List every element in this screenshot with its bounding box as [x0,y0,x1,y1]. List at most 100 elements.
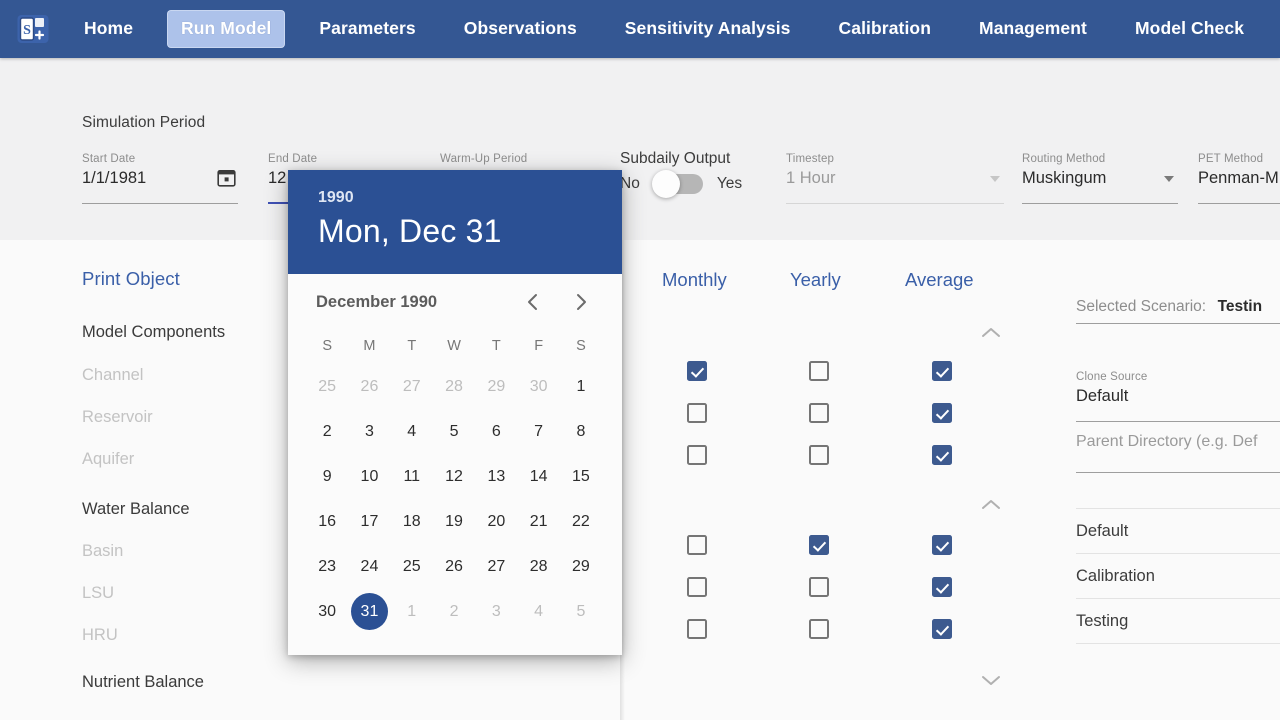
day-cell[interactable]: 26 [433,544,475,589]
day-cell[interactable]: 30 [306,589,348,634]
day-cell[interactable]: 5 [433,409,475,454]
checkbox-yearly-row-3[interactable] [809,445,829,465]
pet-method-field[interactable]: PET Method Penman-M [1198,152,1280,204]
day-cell[interactable]: 30 [517,364,559,409]
day-cell[interactable]: 2 [306,409,348,454]
chevron-up-icon-2[interactable] [980,498,1002,512]
group-item-lsu[interactable]: LSU [82,584,114,603]
checkbox-average-row-3[interactable] [932,445,952,465]
day-cell[interactable]: 19 [433,499,475,544]
chevron-down-icon[interactable] [980,673,1002,687]
nav-item-model-check[interactable]: Model Check [1121,10,1258,47]
checkbox-yearly-row-5[interactable] [809,577,829,597]
print-object-title[interactable]: Print Object [82,268,180,290]
group-item-aquifer[interactable]: Aquifer [82,450,134,469]
nav-item-parameters[interactable]: Parameters [305,10,429,47]
day-cell[interactable]: 22 [560,499,602,544]
day-cell[interactable]: 25 [306,364,348,409]
scenario-list-item-testing[interactable]: Testing [1076,599,1280,644]
date-picker-headline-date[interactable]: Mon, Dec 31 [318,209,622,253]
nav-item-observations[interactable]: Observations [450,10,591,47]
routing-method-dropdown-arrow[interactable] [1164,176,1174,182]
scenario-list-item-default[interactable]: Default [1076,508,1280,554]
group-item-channel[interactable]: Channel [82,366,143,385]
nav-item-management[interactable]: Management [965,10,1101,47]
swat-plus-app-icon[interactable]: S [16,12,50,46]
day-cell[interactable]: 13 [475,454,517,499]
day-cell[interactable]: 9 [306,454,348,499]
calendar-icon[interactable] [217,168,236,187]
day-cell[interactable]: 4 [517,589,559,634]
start-date-field[interactable]: Start Date 1/1/1981 [82,152,238,204]
day-cell[interactable]: 23 [306,544,348,589]
group-item-hru[interactable]: HRU [82,626,118,645]
checkbox-average-row-4[interactable] [932,535,952,555]
nav-item-sensitivity-analysis[interactable]: Sensitivity Analysis [611,10,805,47]
day-cell[interactable]: 10 [348,454,390,499]
scenario-list-item-calibration[interactable]: Calibration [1076,554,1280,599]
clone-source-field[interactable]: Clone Source Default [1076,370,1280,422]
group-item-basin[interactable]: Basin [82,542,123,561]
checkbox-average-row-6[interactable] [932,619,952,639]
day-cell[interactable]: 1 [560,364,602,409]
checkbox-monthly-row-2[interactable] [687,403,707,423]
day-cell[interactable]: 27 [391,364,433,409]
day-cell[interactable]: 25 [391,544,433,589]
day-cell[interactable]: 11 [391,454,433,499]
chevron-up-icon[interactable] [980,326,1002,340]
day-cell[interactable]: 15 [560,454,602,499]
day-cell[interactable]: 27 [475,544,517,589]
day-cell[interactable]: 17 [348,499,390,544]
checkbox-monthly-row-6[interactable] [687,619,707,639]
day-cell[interactable]: 29 [475,364,517,409]
column-header-average[interactable]: Average [905,269,974,291]
checkbox-yearly-row-1[interactable] [809,361,829,381]
nav-item-home[interactable]: Home [70,10,147,47]
day-cell[interactable]: 14 [517,454,559,499]
checkbox-yearly-row-4[interactable] [809,535,829,555]
routing-method-field[interactable]: Routing Method Muskingum [1022,152,1178,204]
date-picker-month-label[interactable]: December 1990 [316,293,516,312]
day-cell[interactable]: 5 [560,589,602,634]
chevron-left-icon[interactable] [516,285,550,319]
checkbox-monthly-row-1[interactable] [687,361,707,381]
day-cell[interactable]: 29 [560,544,602,589]
day-cell-selected[interactable]: 31 [348,589,390,634]
day-cell[interactable]: 28 [433,364,475,409]
day-cell[interactable]: 12 [433,454,475,499]
day-cell[interactable]: 21 [517,499,559,544]
date-picker-year[interactable]: 1990 [318,187,622,209]
nav-item-calibration[interactable]: Calibration [825,10,946,47]
day-cell[interactable]: 1 [391,589,433,634]
day-cell[interactable]: 20 [475,499,517,544]
day-cell[interactable]: 3 [348,409,390,454]
timestep-field[interactable]: Timestep 1 Hour [786,152,1004,204]
checkbox-yearly-row-2[interactable] [809,403,829,423]
subdaily-output-switch[interactable] [651,170,703,198]
day-cell[interactable]: 2 [433,589,475,634]
day-cell[interactable]: 26 [348,364,390,409]
checkbox-monthly-row-4[interactable] [687,535,707,555]
timestep-dropdown-arrow[interactable] [990,176,1000,182]
day-cell[interactable]: 16 [306,499,348,544]
checkbox-monthly-row-3[interactable] [687,445,707,465]
checkbox-average-row-1[interactable] [932,361,952,381]
day-cell[interactable]: 28 [517,544,559,589]
day-cell[interactable]: 24 [348,544,390,589]
nav-item-run-model[interactable]: Run Model [167,10,286,48]
checkbox-yearly-row-6[interactable] [809,619,829,639]
day-cell[interactable]: 6 [475,409,517,454]
checkbox-average-row-5[interactable] [932,577,952,597]
group-item-reservoir[interactable]: Reservoir [82,408,153,427]
day-cell[interactable]: 18 [391,499,433,544]
column-header-yearly[interactable]: Yearly [790,269,841,291]
parent-directory-field[interactable]: Parent Directory (e.g. Def [1076,433,1280,473]
chevron-right-icon[interactable] [564,285,598,319]
column-header-monthly[interactable]: Monthly [662,269,727,291]
day-cell[interactable]: 7 [517,409,559,454]
day-cell[interactable]: 3 [475,589,517,634]
checkbox-monthly-row-5[interactable] [687,577,707,597]
day-cell[interactable]: 8 [560,409,602,454]
day-cell[interactable]: 4 [391,409,433,454]
checkbox-average-row-2[interactable] [932,403,952,423]
